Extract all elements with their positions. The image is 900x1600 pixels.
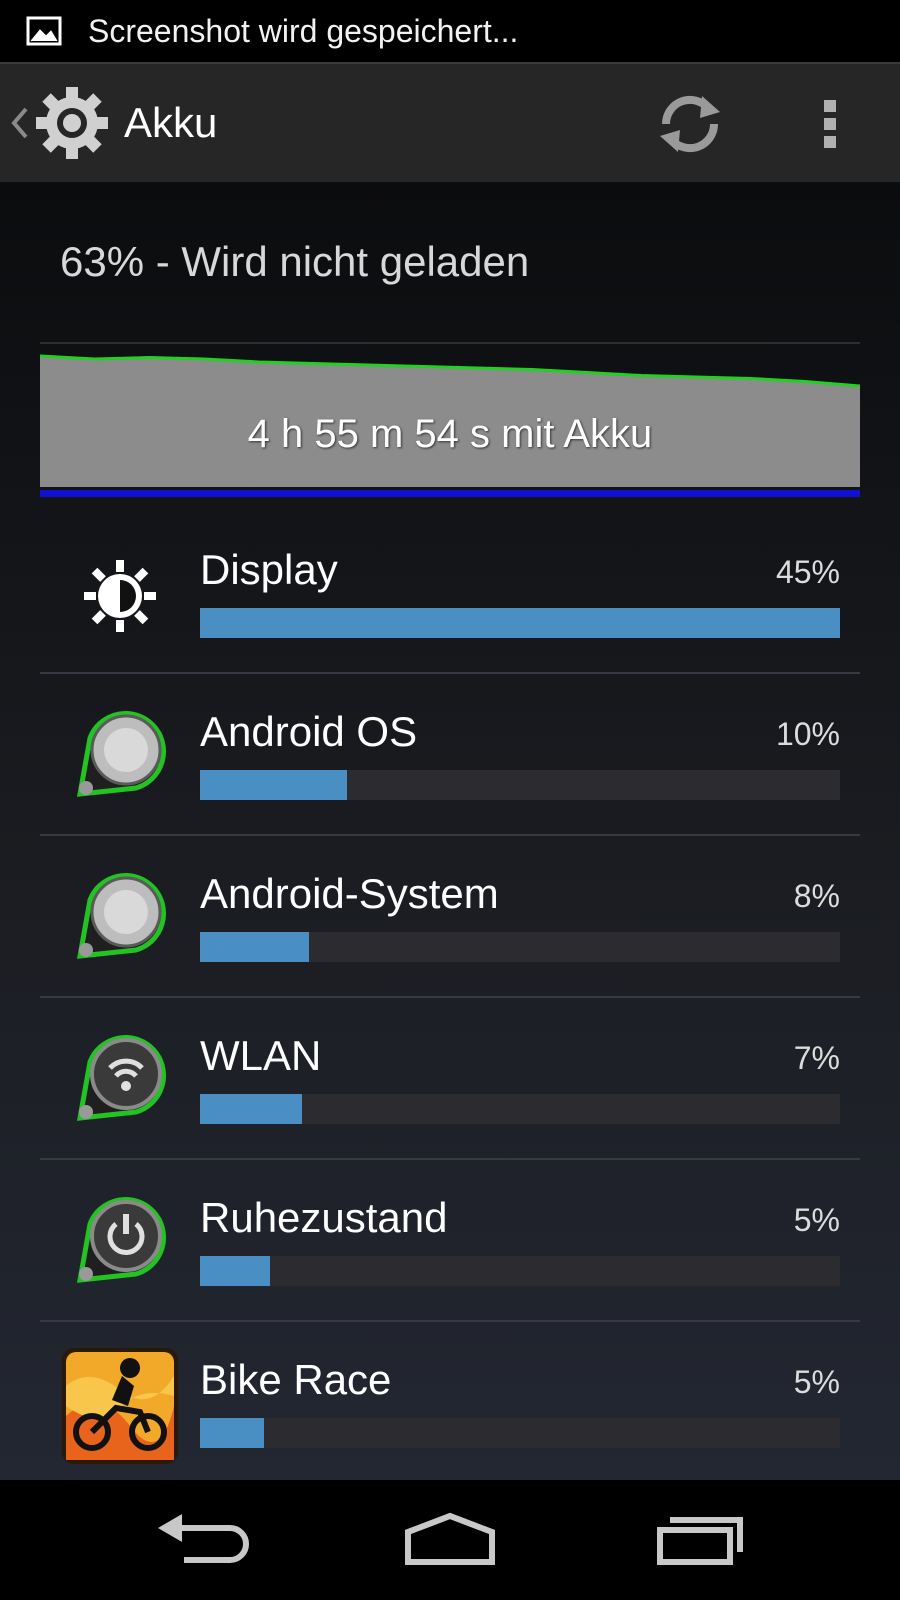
usage-name: Android OS: [200, 708, 418, 755]
usage-bar-track: [200, 1094, 840, 1124]
settings-gear-icon[interactable]: [34, 85, 110, 161]
android-os-icon: [76, 710, 167, 797]
usage-percent: 8%: [793, 878, 840, 914]
battery-history-graph[interactable]: 4 h 55 m 54 s mit Akku: [40, 342, 860, 502]
brightness-icon: [84, 560, 156, 632]
battery-content: 63% - Wird nicht geladen 4 h 55 m 54 s m…: [0, 182, 900, 1484]
usage-bar-fill: [200, 932, 309, 962]
charging-indicator-bar: [40, 490, 860, 497]
usage-row-bike-race[interactable]: Bike Race 5%: [40, 1322, 860, 1484]
usage-bar-fill: [200, 1418, 264, 1448]
usage-row-ruhezustand[interactable]: Ruhezustand 5%: [40, 1160, 860, 1322]
wifi-icon: [76, 1034, 167, 1121]
status-bar: Screenshot wird gespeichert...: [0, 0, 900, 62]
usage-name: WLAN: [200, 1032, 322, 1079]
home-icon[interactable]: [400, 1510, 500, 1570]
battery-duration-text: 4 h 55 m 54 s mit Akku: [247, 412, 653, 456]
usage-bar-track: [200, 1418, 840, 1448]
usage-row-android-os[interactable]: Android OS 10%: [40, 674, 860, 836]
usage-row-android-system[interactable]: Android-System 8%: [40, 836, 860, 998]
battery-status-text: 63% - Wird nicht geladen: [60, 238, 530, 285]
usage-bar-track: [200, 1256, 840, 1286]
usage-bar-fill: [200, 608, 840, 638]
usage-row-wlan[interactable]: WLAN 7%: [40, 998, 860, 1160]
usage-bar-fill: [200, 770, 348, 800]
usage-bar-track: [200, 770, 840, 800]
usage-name: Display: [200, 546, 338, 593]
usage-name: Ruhezustand: [200, 1194, 448, 1241]
usage-percent: 45%: [775, 554, 840, 590]
usage-bar-fill: [200, 1094, 303, 1124]
action-bar: Akku: [0, 62, 900, 182]
usage-percent: 5%: [793, 1202, 840, 1238]
usage-percent: 5%: [793, 1364, 840, 1400]
usage-bar-fill: [200, 1256, 271, 1286]
power-icon: [76, 1196, 167, 1283]
up-caret-icon[interactable]: [8, 103, 30, 143]
usage-percent: 10%: [775, 716, 840, 752]
bike-race-app-icon: [62, 1348, 178, 1464]
image-icon: [26, 16, 62, 46]
usage-row-display[interactable]: Display 45%: [40, 512, 860, 674]
usage-bar-track: [200, 932, 840, 962]
refresh-icon[interactable]: [650, 88, 730, 160]
recent-apps-icon[interactable]: [650, 1510, 750, 1570]
navigation-bar: [0, 1480, 900, 1600]
page-title: Akku: [124, 99, 218, 146]
notification-text: Screenshot wird gespeichert...: [88, 12, 519, 49]
usage-percent: 7%: [793, 1040, 840, 1076]
usage-name: Bike Race: [200, 1356, 392, 1403]
usage-name: Android-System: [200, 870, 499, 917]
usage-bar-track: [200, 608, 840, 638]
android-system-icon: [76, 872, 167, 959]
back-icon[interactable]: [150, 1510, 250, 1570]
overflow-menu-icon[interactable]: [810, 88, 850, 160]
